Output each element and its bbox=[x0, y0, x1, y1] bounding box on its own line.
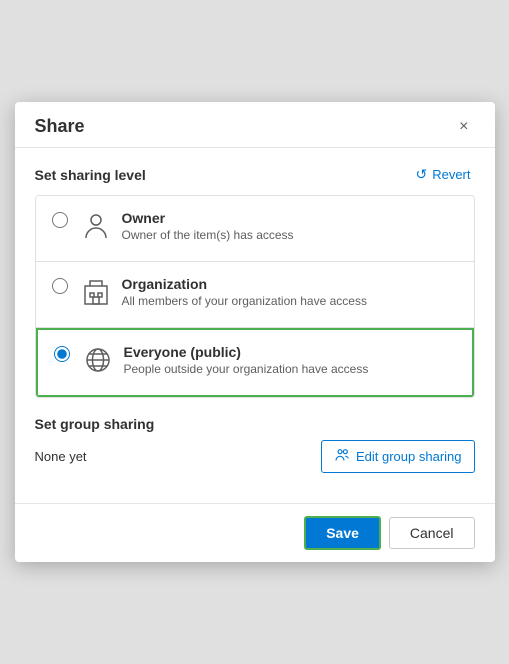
owner-desc: Owner of the item(s) has access bbox=[122, 228, 458, 242]
org-radio-wrap[interactable] bbox=[52, 278, 68, 299]
building-icon bbox=[80, 276, 112, 313]
globe-icon bbox=[82, 344, 114, 381]
owner-option[interactable]: Owner Owner of the item(s) has access bbox=[36, 196, 474, 262]
org-radio[interactable] bbox=[52, 278, 68, 294]
sharing-level-header: Set sharing level ↺ Revert bbox=[35, 164, 475, 185]
dialog-body: Set sharing level ↺ Revert Own bbox=[15, 148, 495, 493]
everyone-desc: People outside your organization have ac… bbox=[124, 362, 456, 376]
sharing-level-title: Set sharing level bbox=[35, 167, 146, 183]
dialog-title: Share bbox=[35, 116, 85, 137]
dialog-header: Share × bbox=[15, 102, 495, 148]
cancel-button[interactable]: Cancel bbox=[389, 517, 475, 549]
groups-icon bbox=[334, 447, 350, 466]
save-button[interactable]: Save bbox=[304, 516, 381, 550]
everyone-label: Everyone (public) bbox=[124, 344, 456, 360]
everyone-option-content: Everyone (public) People outside your or… bbox=[124, 344, 456, 376]
none-yet-label: None yet bbox=[35, 449, 87, 464]
everyone-radio-wrap[interactable] bbox=[54, 346, 70, 367]
owner-option-content: Owner Owner of the item(s) has access bbox=[122, 210, 458, 242]
group-sharing-title: Set group sharing bbox=[35, 416, 475, 432]
org-desc: All members of your organization have ac… bbox=[122, 294, 458, 308]
revert-icon: ↺ bbox=[415, 166, 427, 183]
group-sharing-section: Set group sharing None yet Edit group sh… bbox=[35, 416, 475, 477]
owner-radio[interactable] bbox=[52, 212, 68, 228]
org-option-content: Organization All members of your organiz… bbox=[122, 276, 458, 308]
share-dialog: Share × Set sharing level ↺ Revert bbox=[15, 102, 495, 562]
edit-group-sharing-button[interactable]: Edit group sharing bbox=[321, 440, 475, 473]
org-label: Organization bbox=[122, 276, 458, 292]
organization-option[interactable]: Organization All members of your organiz… bbox=[36, 262, 474, 328]
dialog-footer: Save Cancel bbox=[15, 503, 495, 562]
close-button[interactable]: × bbox=[453, 117, 474, 137]
everyone-option[interactable]: Everyone (public) People outside your or… bbox=[36, 328, 474, 397]
sharing-options-list: Owner Owner of the item(s) has access bbox=[35, 195, 475, 398]
owner-radio-wrap[interactable] bbox=[52, 212, 68, 233]
revert-label: Revert bbox=[432, 167, 470, 182]
person-icon bbox=[80, 210, 112, 247]
owner-label: Owner bbox=[122, 210, 458, 226]
group-sharing-row: None yet Edit group sharing bbox=[35, 440, 475, 473]
edit-group-sharing-label: Edit group sharing bbox=[356, 449, 462, 464]
everyone-radio[interactable] bbox=[54, 346, 70, 362]
revert-button[interactable]: ↺ Revert bbox=[411, 164, 474, 185]
